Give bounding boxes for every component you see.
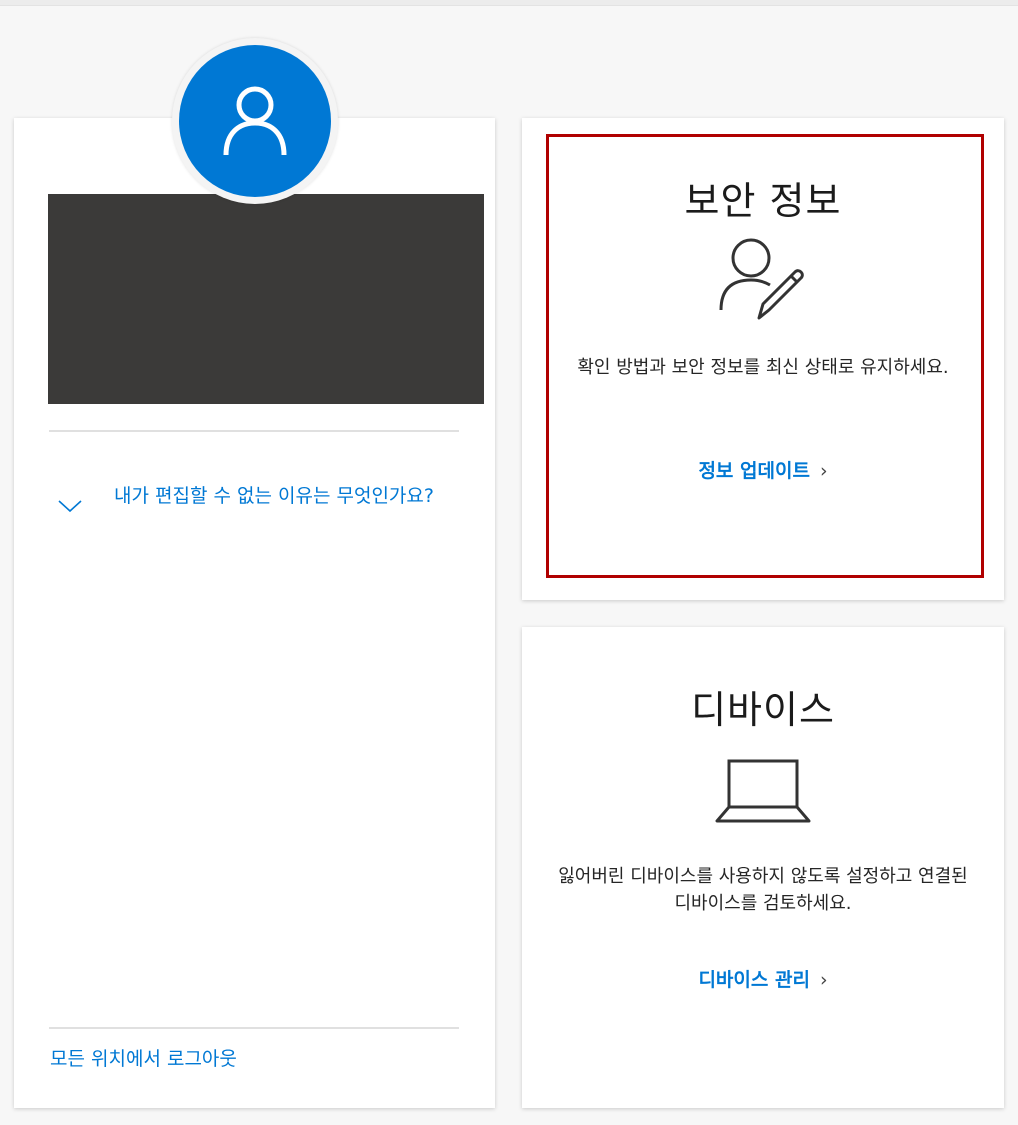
person-edit-icon (715, 232, 811, 328)
chevron-right-icon: › (819, 460, 828, 482)
sign-out-everywhere-link[interactable]: 모든 위치에서 로그아웃 (50, 1044, 237, 1071)
manage-devices-link[interactable]: 디바이스 관리 › (522, 965, 1004, 992)
person-icon (223, 86, 287, 156)
redacted-profile-info (48, 194, 484, 404)
divider (49, 1027, 459, 1029)
top-bar (0, 0, 1018, 6)
security-info-description: 확인 방법과 보안 정보를 최신 상태로 유지하세요. (577, 357, 949, 378)
divider (49, 430, 459, 432)
update-info-label: 정보 업데이트 (698, 460, 810, 482)
profile-card: 내가 편집할 수 없는 이유는 무엇인가요? 모든 위치에서 로그아웃 (14, 118, 495, 1108)
devices-description: 잃어버린 디바이스를 사용하지 않도록 설정하고 연결된 디바이스를 검토하세요… (558, 866, 968, 914)
why-cant-edit-label: 내가 편집할 수 없는 이유는 무엇인가요? (114, 485, 434, 507)
avatar (172, 38, 338, 204)
security-info-card[interactable]: 보안 정보 확인 방법과 보안 정보를 최신 상태로 유지하세요. 정보 업데이… (522, 118, 1004, 600)
manage-devices-label: 디바이스 관리 (698, 969, 810, 991)
update-info-link[interactable]: 정보 업데이트 › (522, 456, 1004, 483)
avatar-circle (179, 45, 331, 197)
laptop-icon (715, 757, 811, 831)
chevron-right-icon: › (819, 969, 828, 991)
devices-card[interactable]: 디바이스 잃어버린 디바이스를 사용하지 않도록 설정하고 연결된 디바이스를 … (522, 627, 1004, 1108)
devices-title: 디바이스 (691, 688, 835, 732)
security-info-title: 보안 정보 (684, 179, 842, 223)
chevron-down-icon (57, 498, 83, 518)
